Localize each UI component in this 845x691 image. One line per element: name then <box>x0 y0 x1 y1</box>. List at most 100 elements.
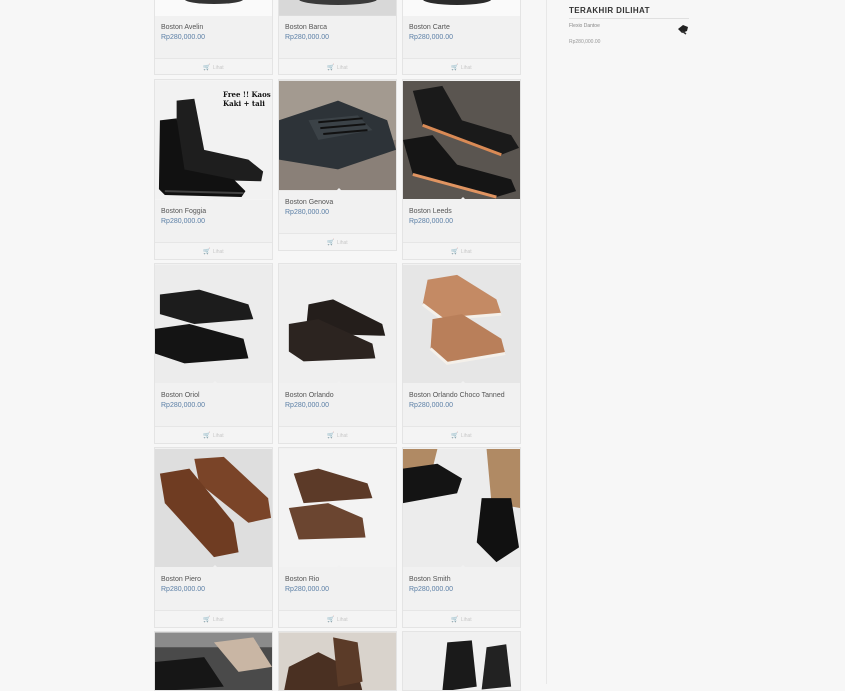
cart-icon: 🛒 <box>203 65 211 71</box>
cart-icon: 🛒 <box>451 617 459 623</box>
product-name[interactable]: Boston Leeds <box>409 208 452 215</box>
product-image[interactable] <box>403 448 520 568</box>
view-button-label: Lihat <box>336 432 348 439</box>
product-price: Rp280,000.00 <box>409 402 453 409</box>
product-name[interactable]: Boston Piero <box>161 576 201 583</box>
notch <box>335 565 343 569</box>
product-card[interactable]: Boston Genova Rp280,000.00 🛒 Lihat <box>278 79 397 251</box>
product-name[interactable]: Boston Barca <box>285 24 327 31</box>
sidebar-title-underline <box>569 18 689 19</box>
notch <box>459 197 467 201</box>
recent-item-thumbnail[interactable] <box>676 22 690 36</box>
recent-item-price: Rp280,000.00 <box>569 39 601 45</box>
view-button-label: Lihat <box>336 616 348 623</box>
product-image[interactable] <box>279 264 396 384</box>
product-price: Rp280,000.00 <box>161 218 205 225</box>
view-button[interactable]: 🛒 Lihat <box>403 242 520 259</box>
product-image[interactable] <box>403 264 520 384</box>
product-card[interactable] <box>402 631 521 691</box>
view-button-label: Lihat <box>460 432 472 439</box>
product-card[interactable]: Boston Rio Rp280,000.00 🛒 Lihat <box>278 447 397 628</box>
product-price: Rp280,000.00 <box>161 586 205 593</box>
product-card[interactable] <box>154 631 273 691</box>
product-price: Rp280,000.00 <box>285 402 329 409</box>
view-button[interactable]: 🛒 Lihat <box>279 610 396 627</box>
product-price: Rp280,000.00 <box>285 586 329 593</box>
view-button[interactable]: 🛒 Lihat <box>155 426 272 443</box>
cart-icon: 🛒 <box>327 240 335 246</box>
product-card[interactable]: Free !! Kaos Kaki + tali Boston Foggia R… <box>154 79 273 260</box>
column-divider <box>546 0 547 684</box>
product-image[interactable] <box>279 80 396 191</box>
product-card[interactable]: Boston Carte Rp280,000.00 🛒 Lihat <box>402 0 521 75</box>
view-button[interactable]: 🛒 Lihat <box>279 58 396 74</box>
view-button[interactable]: 🛒 Lihat <box>279 233 396 250</box>
notch <box>211 565 219 569</box>
product-image[interactable] <box>155 0 272 16</box>
product-price: Rp280,000.00 <box>409 586 453 593</box>
notch <box>335 188 343 192</box>
product-name[interactable]: Boston Genova <box>285 199 333 206</box>
product-card[interactable]: Boston Barca Rp280,000.00 🛒 Lihat <box>278 0 397 75</box>
view-button[interactable]: 🛒 Lihat <box>279 426 396 443</box>
sidebar-title: TERAKHIR DILIHAT <box>569 6 650 15</box>
product-name[interactable]: Boston Orlando <box>285 392 334 399</box>
product-name[interactable]: Boston Avelin <box>161 24 203 31</box>
product-image[interactable]: Free !! Kaos Kaki + tali <box>155 80 272 200</box>
view-button-label: Lihat <box>460 248 472 255</box>
cart-icon: 🛒 <box>451 433 459 439</box>
product-image[interactable] <box>279 632 396 690</box>
product-name[interactable]: Boston Orlando Choco Tanned <box>409 392 505 399</box>
notch <box>459 381 467 385</box>
product-image[interactable] <box>155 448 272 568</box>
view-button-label: Lihat <box>336 64 348 71</box>
product-card[interactable] <box>278 631 397 691</box>
view-button[interactable]: 🛒 Lihat <box>403 426 520 443</box>
product-image[interactable] <box>403 80 520 200</box>
cart-icon: 🛒 <box>203 433 211 439</box>
product-grid: Boston Avelin Rp280,000.00 🛒 Lihat Boston… <box>0 0 546 691</box>
product-image[interactable] <box>279 0 396 16</box>
view-button-label: Lihat <box>212 432 224 439</box>
product-card[interactable]: Boston Orlando Choco Tanned Rp280,000.00… <box>402 263 521 444</box>
view-button[interactable]: 🛒 Lihat <box>403 610 520 627</box>
product-card[interactable]: Boston Orlando Rp280,000.00 🛒 Lihat <box>278 263 397 444</box>
cart-icon: 🛒 <box>203 249 211 255</box>
notch <box>211 197 219 201</box>
product-name[interactable]: Boston Smith <box>409 576 451 583</box>
cart-icon: 🛒 <box>327 617 335 623</box>
cart-icon: 🛒 <box>203 617 211 623</box>
product-card[interactable]: Boston Oriol Rp280,000.00 🛒 Lihat <box>154 263 273 444</box>
product-price: Rp280,000.00 <box>161 34 205 41</box>
product-price: Rp280,000.00 <box>161 402 205 409</box>
product-name[interactable]: Boston Rio <box>285 576 319 583</box>
promo-text: Free !! Kaos Kaki + tali <box>223 90 271 108</box>
view-button[interactable]: 🛒 Lihat <box>155 610 272 627</box>
product-image[interactable] <box>155 264 272 384</box>
view-button-label: Lihat <box>212 248 224 255</box>
cart-icon: 🛒 <box>451 65 459 71</box>
notch <box>459 565 467 569</box>
view-button-label: Lihat <box>460 64 472 71</box>
product-card[interactable]: Boston Avelin Rp280,000.00 🛒 Lihat <box>154 0 273 75</box>
product-image[interactable] <box>403 632 520 690</box>
notch <box>211 381 219 385</box>
cart-icon: 🛒 <box>327 65 335 71</box>
product-name[interactable]: Boston Foggia <box>161 208 206 215</box>
view-button[interactable]: 🛒 Lihat <box>155 242 272 259</box>
product-price: Rp280,000.00 <box>285 209 329 216</box>
product-card[interactable]: Boston Piero Rp280,000.00 🛒 Lihat <box>154 447 273 628</box>
product-image[interactable] <box>403 0 520 16</box>
product-image[interactable] <box>155 632 272 690</box>
view-button[interactable]: 🛒 Lihat <box>155 58 272 74</box>
cart-icon: 🛒 <box>327 433 335 439</box>
cart-icon: 🛒 <box>451 249 459 255</box>
product-name[interactable]: Boston Oriol <box>161 392 200 399</box>
product-name[interactable]: Boston Carte <box>409 24 450 31</box>
product-card[interactable]: Boston Smith Rp280,000.00 🛒 Lihat <box>402 447 521 628</box>
product-card[interactable]: Boston Leeds Rp280,000.00 🛒 Lihat <box>402 79 521 260</box>
view-button[interactable]: 🛒 Lihat <box>403 58 520 74</box>
product-image[interactable] <box>279 448 396 568</box>
recent-item-name[interactable]: Flexio Dantoe <box>569 23 600 29</box>
view-button-label: Lihat <box>212 616 224 623</box>
